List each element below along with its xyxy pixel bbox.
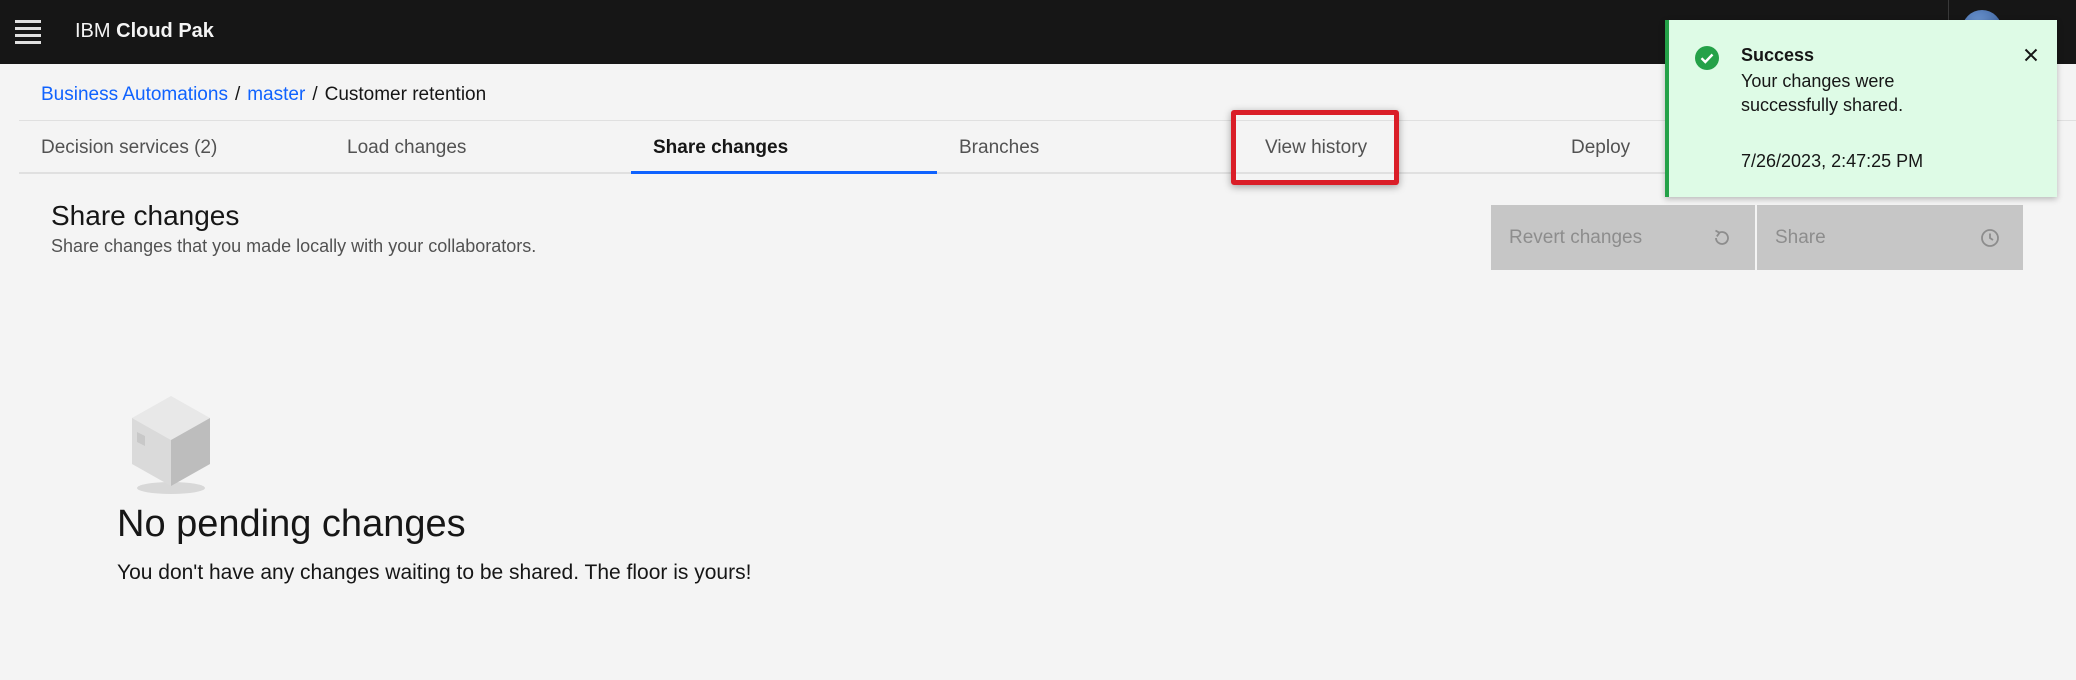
share-button[interactable]: Share [1757, 205, 2023, 270]
empty-state-title: No pending changes [117, 503, 466, 545]
checkmark-filled-icon [1694, 45, 1720, 71]
brand-name[interactable]: IBM Cloud Pak [75, 20, 214, 43]
page-subtitle: Share changes that you made locally with… [51, 236, 537, 256]
tab-load-changes[interactable]: Load changes [325, 121, 631, 174]
empty-state-description: You don't have any changes waiting to be… [117, 561, 752, 584]
breadcrumb-separator: / [234, 84, 241, 105]
success-toast: Success Your changes were successfully s… [1665, 20, 2057, 197]
page-title: Share changes [51, 200, 240, 231]
hamburger-menu-icon[interactable] [15, 20, 41, 44]
breadcrumb-separator: / [312, 84, 318, 105]
tab-branches[interactable]: Branches [937, 121, 1243, 174]
revert-changes-label: Revert changes [1509, 226, 1643, 248]
clock-icon [1979, 227, 2001, 249]
revert-changes-button[interactable]: Revert changes [1491, 205, 1755, 270]
share-label: Share [1775, 226, 1826, 248]
breadcrumb-link-master[interactable]: master [247, 84, 305, 106]
brand-product: Cloud Pak [116, 20, 214, 42]
tab-share-changes[interactable]: Share changes [631, 121, 937, 174]
breadcrumb-link-business-automations[interactable]: Business Automations [41, 84, 228, 106]
toast-title: Success [1741, 45, 1815, 65]
breadcrumb: Business Automations / master / Customer… [41, 84, 486, 106]
toast-timestamp: 7/26/2023, 2:47:25 PM [1741, 151, 1924, 171]
close-icon[interactable] [2019, 43, 2043, 67]
brand-prefix: IBM [75, 20, 111, 42]
view-history-highlight-box [1231, 110, 1399, 185]
reset-icon [1711, 227, 1733, 249]
toast-message: Your changes were successfully shared. [1741, 71, 1904, 115]
breadcrumb-current: Customer retention [324, 84, 487, 105]
tab-decision-services[interactable]: Decision services (2) [19, 121, 325, 174]
box-icon [128, 388, 214, 498]
